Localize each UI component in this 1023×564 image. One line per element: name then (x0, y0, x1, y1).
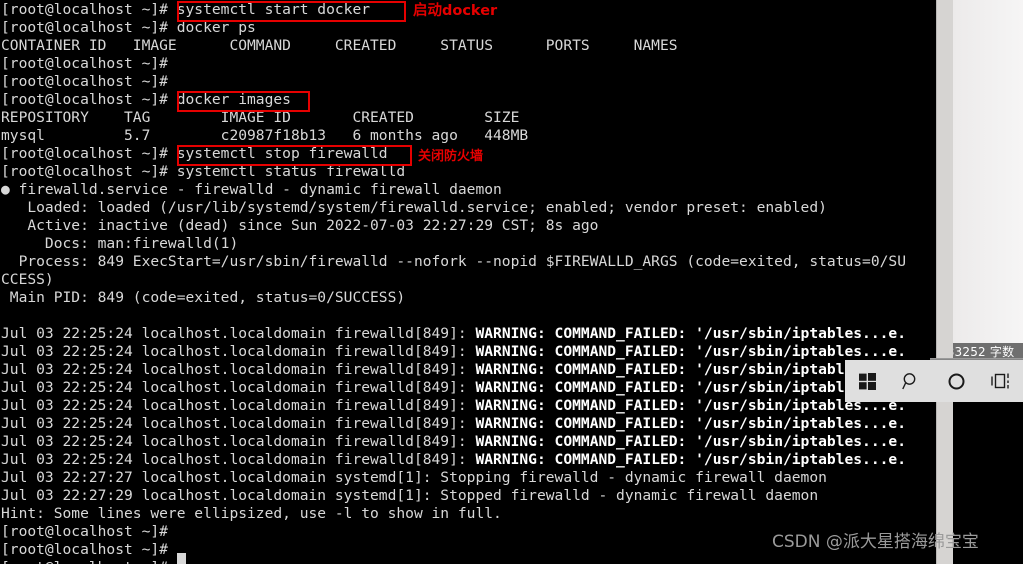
terminal-line: Jul 03 22:27:27 localhost.localdomain sy… (1, 469, 827, 486)
start-icon[interactable] (850, 366, 884, 396)
log-timestamp-source: Jul 03 22:25:24 localhost.localdomain fi… (1, 451, 476, 468)
task-view-icon[interactable] (984, 366, 1018, 396)
log-timestamp-source: Jul 03 22:25:24 localhost.localdomain fi… (1, 379, 476, 396)
log-timestamp-source: Jul 03 22:25:24 localhost.localdomain fi… (1, 343, 476, 360)
terminal-line: REPOSITORY TAG IMAGE ID CREATED SIZE (1, 109, 520, 126)
screenshot-root: 33252 字数 [root@localhost ~]# systemctl s… (0, 0, 1023, 564)
log-timestamp-source: Jul 03 22:25:24 localhost.localdomain fi… (1, 361, 476, 378)
log-timestamp-source: Jul 03 22:25:24 localhost.localdomain fi… (1, 433, 476, 450)
log-warning-text: WARNING: COMMAND_FAILED: '/usr/sbin/ipta… (475, 433, 906, 450)
log-warning-text: WARNING: COMMAND_FAILED: '/usr/sbin/ipta… (475, 343, 906, 360)
annotation-start-docker: 启动docker (413, 3, 498, 19)
terminal-line: [root@localhost ~]# (1, 559, 936, 564)
log-timestamp-source: Jul 03 22:25:24 localhost.localdomain fi… (1, 397, 476, 414)
terminal-line: Jul 03 22:25:24 localhost.localdomain fi… (1, 325, 936, 343)
csdn-watermark: CSDN @派大星搭海绵宝宝 (772, 532, 979, 552)
cortana-icon[interactable] (939, 366, 973, 396)
terminal-cursor (177, 553, 186, 564)
background-app-panel (952, 0, 1023, 352)
terminal-line: Jul 03 22:25:24 localhost.localdomain fi… (1, 397, 936, 415)
log-timestamp-source: Jul 03 22:25:24 localhost.localdomain fi… (1, 415, 476, 432)
terminal-line: Jul 03 22:27:29 localhost.localdomain sy… (1, 487, 819, 504)
terminal-line: [root@localhost ~]# docker ps (1, 19, 256, 36)
terminal-line: Docs: man:firewalld(1) (1, 235, 239, 252)
terminal-line: Jul 03 22:25:24 localhost.localdomain fi… (1, 343, 936, 361)
terminal-line: [root@localhost ~]# (1, 73, 177, 90)
terminal-line: Active: inactive (dead) since Sun 2022-0… (1, 217, 599, 234)
terminal-output[interactable]: [root@localhost ~]# systemctl start dock… (0, 0, 936, 564)
terminal-line: Hint: Some lines were ellipsized, use -l… (1, 505, 502, 522)
log-warning-text: WARNING: COMMAND_FAILED: '/usr/sbin/ipta… (475, 415, 906, 432)
log-warning-text: WARNING: COMMAND_FAILED: '/usr/sbin/ipta… (475, 325, 906, 342)
terminal-line: [root@localhost ~]# (1, 55, 177, 72)
search-icon[interactable] (895, 366, 929, 396)
terminal-line: Main PID: 849 (code=exited, status=0/SUC… (1, 289, 406, 306)
log-warning-text: WARNING: COMMAND_FAILED: '/usr/sbin/ipta… (475, 397, 906, 414)
terminal-line: CCESS) (1, 271, 54, 288)
log-timestamp-source: Jul 03 22:25:24 localhost.localdomain fi… (1, 325, 476, 342)
terminal-line: ● firewalld.service - firewalld - dynami… (1, 181, 502, 198)
terminal-scrollbar-track[interactable] (936, 0, 953, 564)
terminal-line: Process: 849 ExecStart=/usr/sbin/firewal… (1, 253, 906, 270)
log-warning-text: WARNING: COMMAND_FAILED: '/usr/sbin/ipta… (475, 451, 906, 468)
terminal-line: Jul 03 22:25:24 localhost.localdomain fi… (1, 361, 936, 379)
terminal-line: Loaded: loaded (/usr/lib/systemd/system/… (1, 199, 827, 216)
log-warning-text: WARNING: COMMAND_FAILED: '/usr/sbin/ipta… (475, 379, 906, 396)
terminal-line: Jul 03 22:25:24 localhost.localdomain fi… (1, 379, 936, 397)
annotation-stop-firewalld: 关闭防火墙 (418, 149, 484, 164)
windows-taskbar[interactable] (845, 360, 1023, 402)
terminal-line: Jul 03 22:25:24 localhost.localdomain fi… (1, 451, 936, 469)
terminal-line: mysql 5.7 c20987f18b13 6 months ago 448M… (1, 127, 529, 144)
terminal-line: Jul 03 22:25:24 localhost.localdomain fi… (1, 433, 936, 451)
log-warning-text: WARNING: COMMAND_FAILED: '/usr/sbin/ipta… (475, 361, 906, 378)
terminal-line: [root@localhost ~]# docker images (1, 91, 291, 108)
terminal-line: CONTAINER ID IMAGE COMMAND CREATED STATU… (1, 37, 678, 54)
terminal-line: Jul 03 22:25:24 localhost.localdomain fi… (1, 415, 936, 433)
